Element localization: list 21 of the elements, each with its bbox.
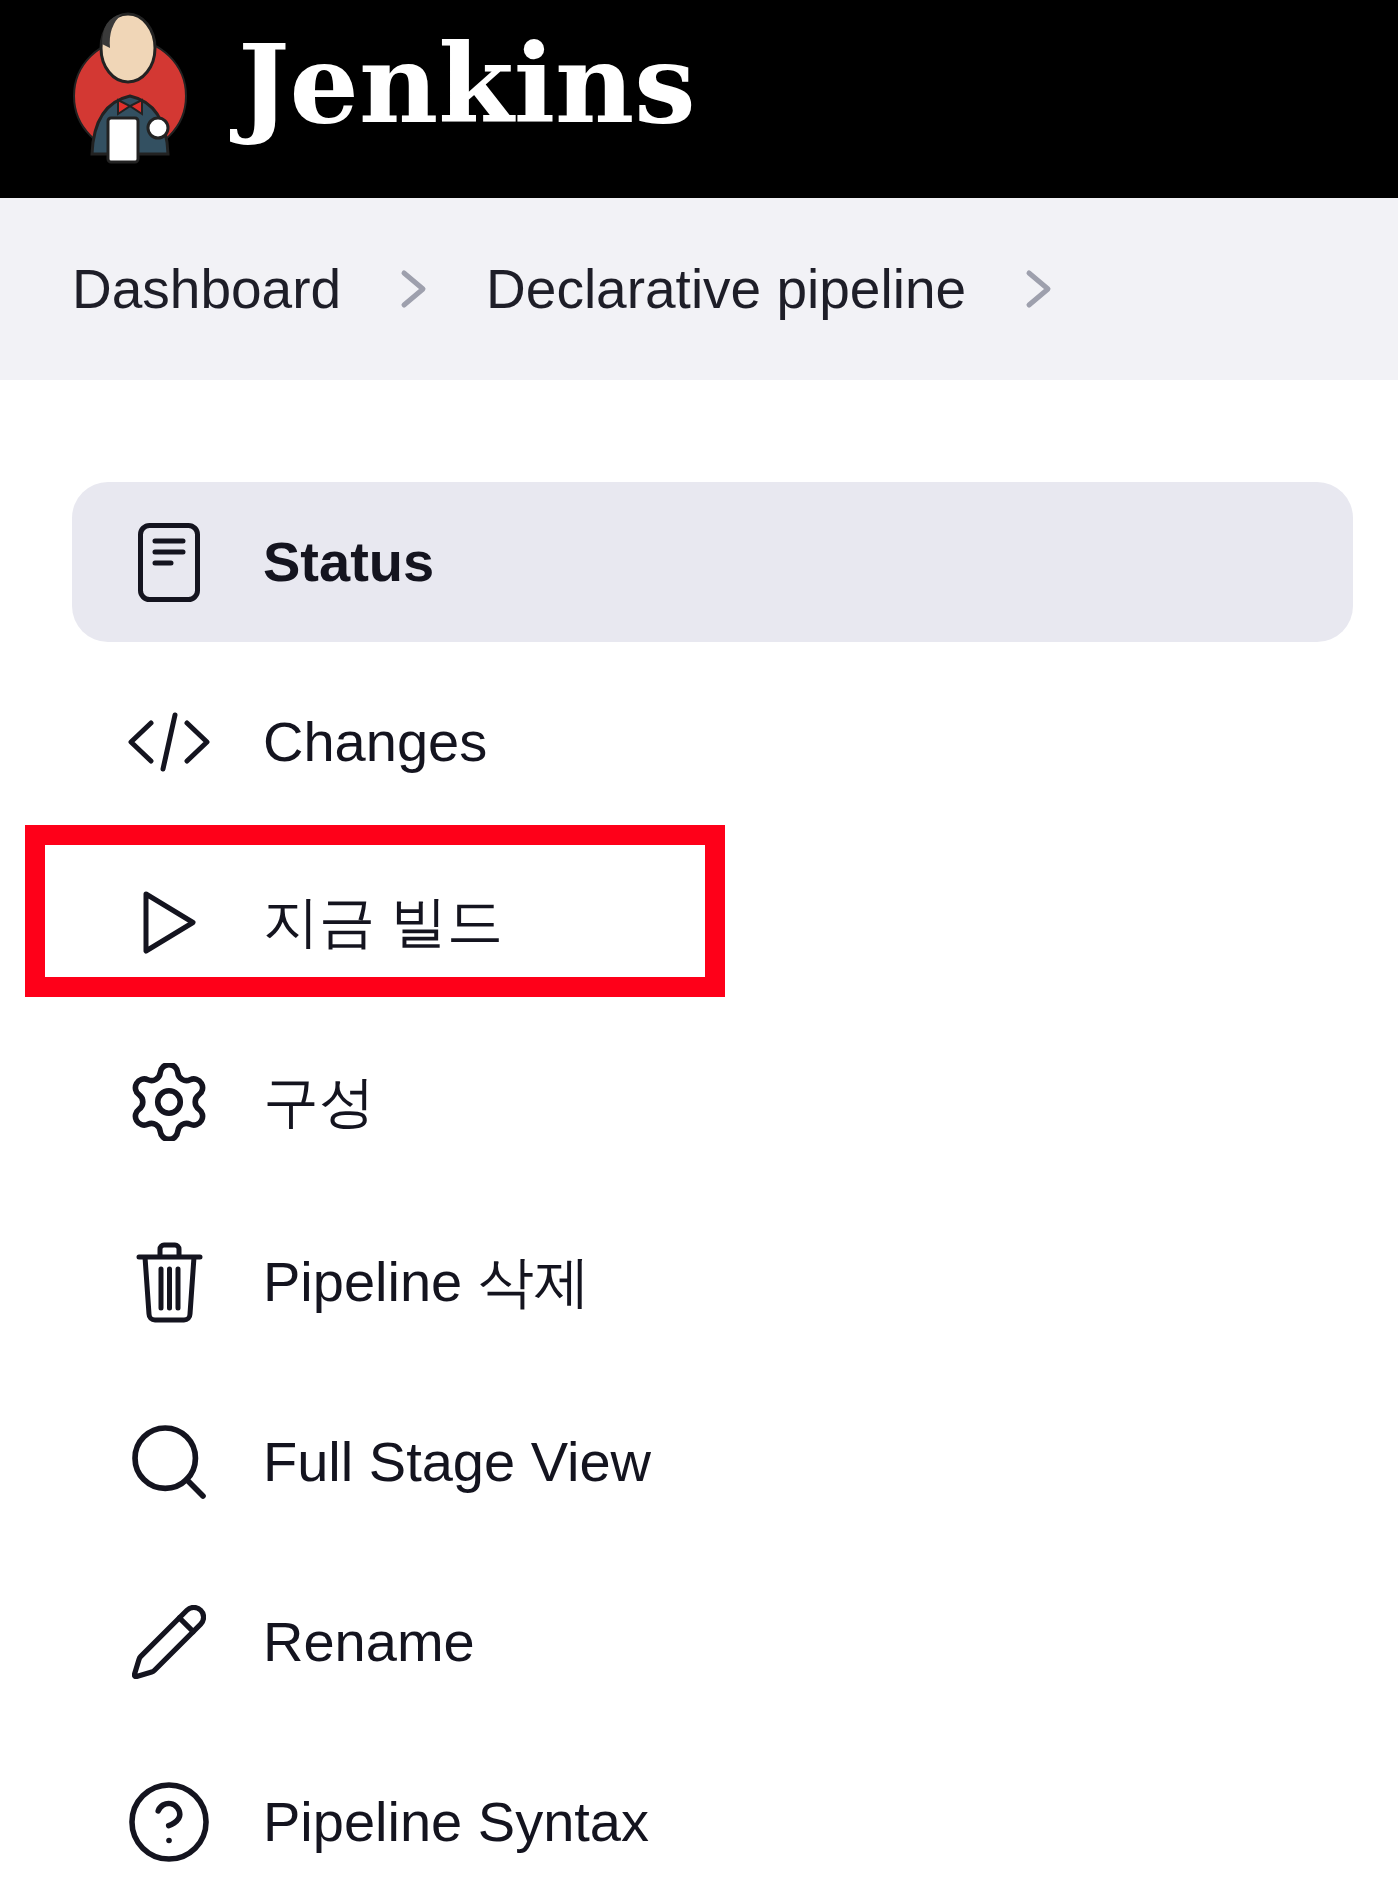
nav-item[interactable]: Rename: [127, 1605, 475, 1679]
help-icon: [129, 1782, 209, 1862]
document-icon: [138, 522, 200, 602]
play-icon: [141, 889, 197, 955]
search-icon: [132, 1425, 206, 1499]
nav-item[interactable]: Full Stage View: [127, 1425, 652, 1499]
nav-item[interactable]: 구성: [127, 1063, 375, 1141]
pencil-icon: [132, 1605, 206, 1679]
chevron-icon: [400, 269, 428, 309]
nav-item[interactable]: Changes: [127, 708, 488, 776]
chevron-icon: [1025, 269, 1053, 309]
nav-item[interactable]: Status: [72, 482, 1353, 642]
nav-item[interactable]: Pipeline 삭제: [127, 1241, 590, 1323]
breadcrumb-link[interactable]: Declarative pipeline: [486, 256, 967, 322]
app-title: Jenkins: [230, 10, 704, 160]
nav-item[interactable]: 지금 빌드: [127, 888, 503, 956]
trash-icon: [135, 1241, 203, 1323]
code-icon: [127, 711, 211, 773]
nav-item[interactable]: Pipeline Syntax: [127, 1782, 649, 1862]
breadcrumb-link[interactable]: Dashboard: [72, 256, 342, 322]
settings-icon: [130, 1063, 208, 1141]
